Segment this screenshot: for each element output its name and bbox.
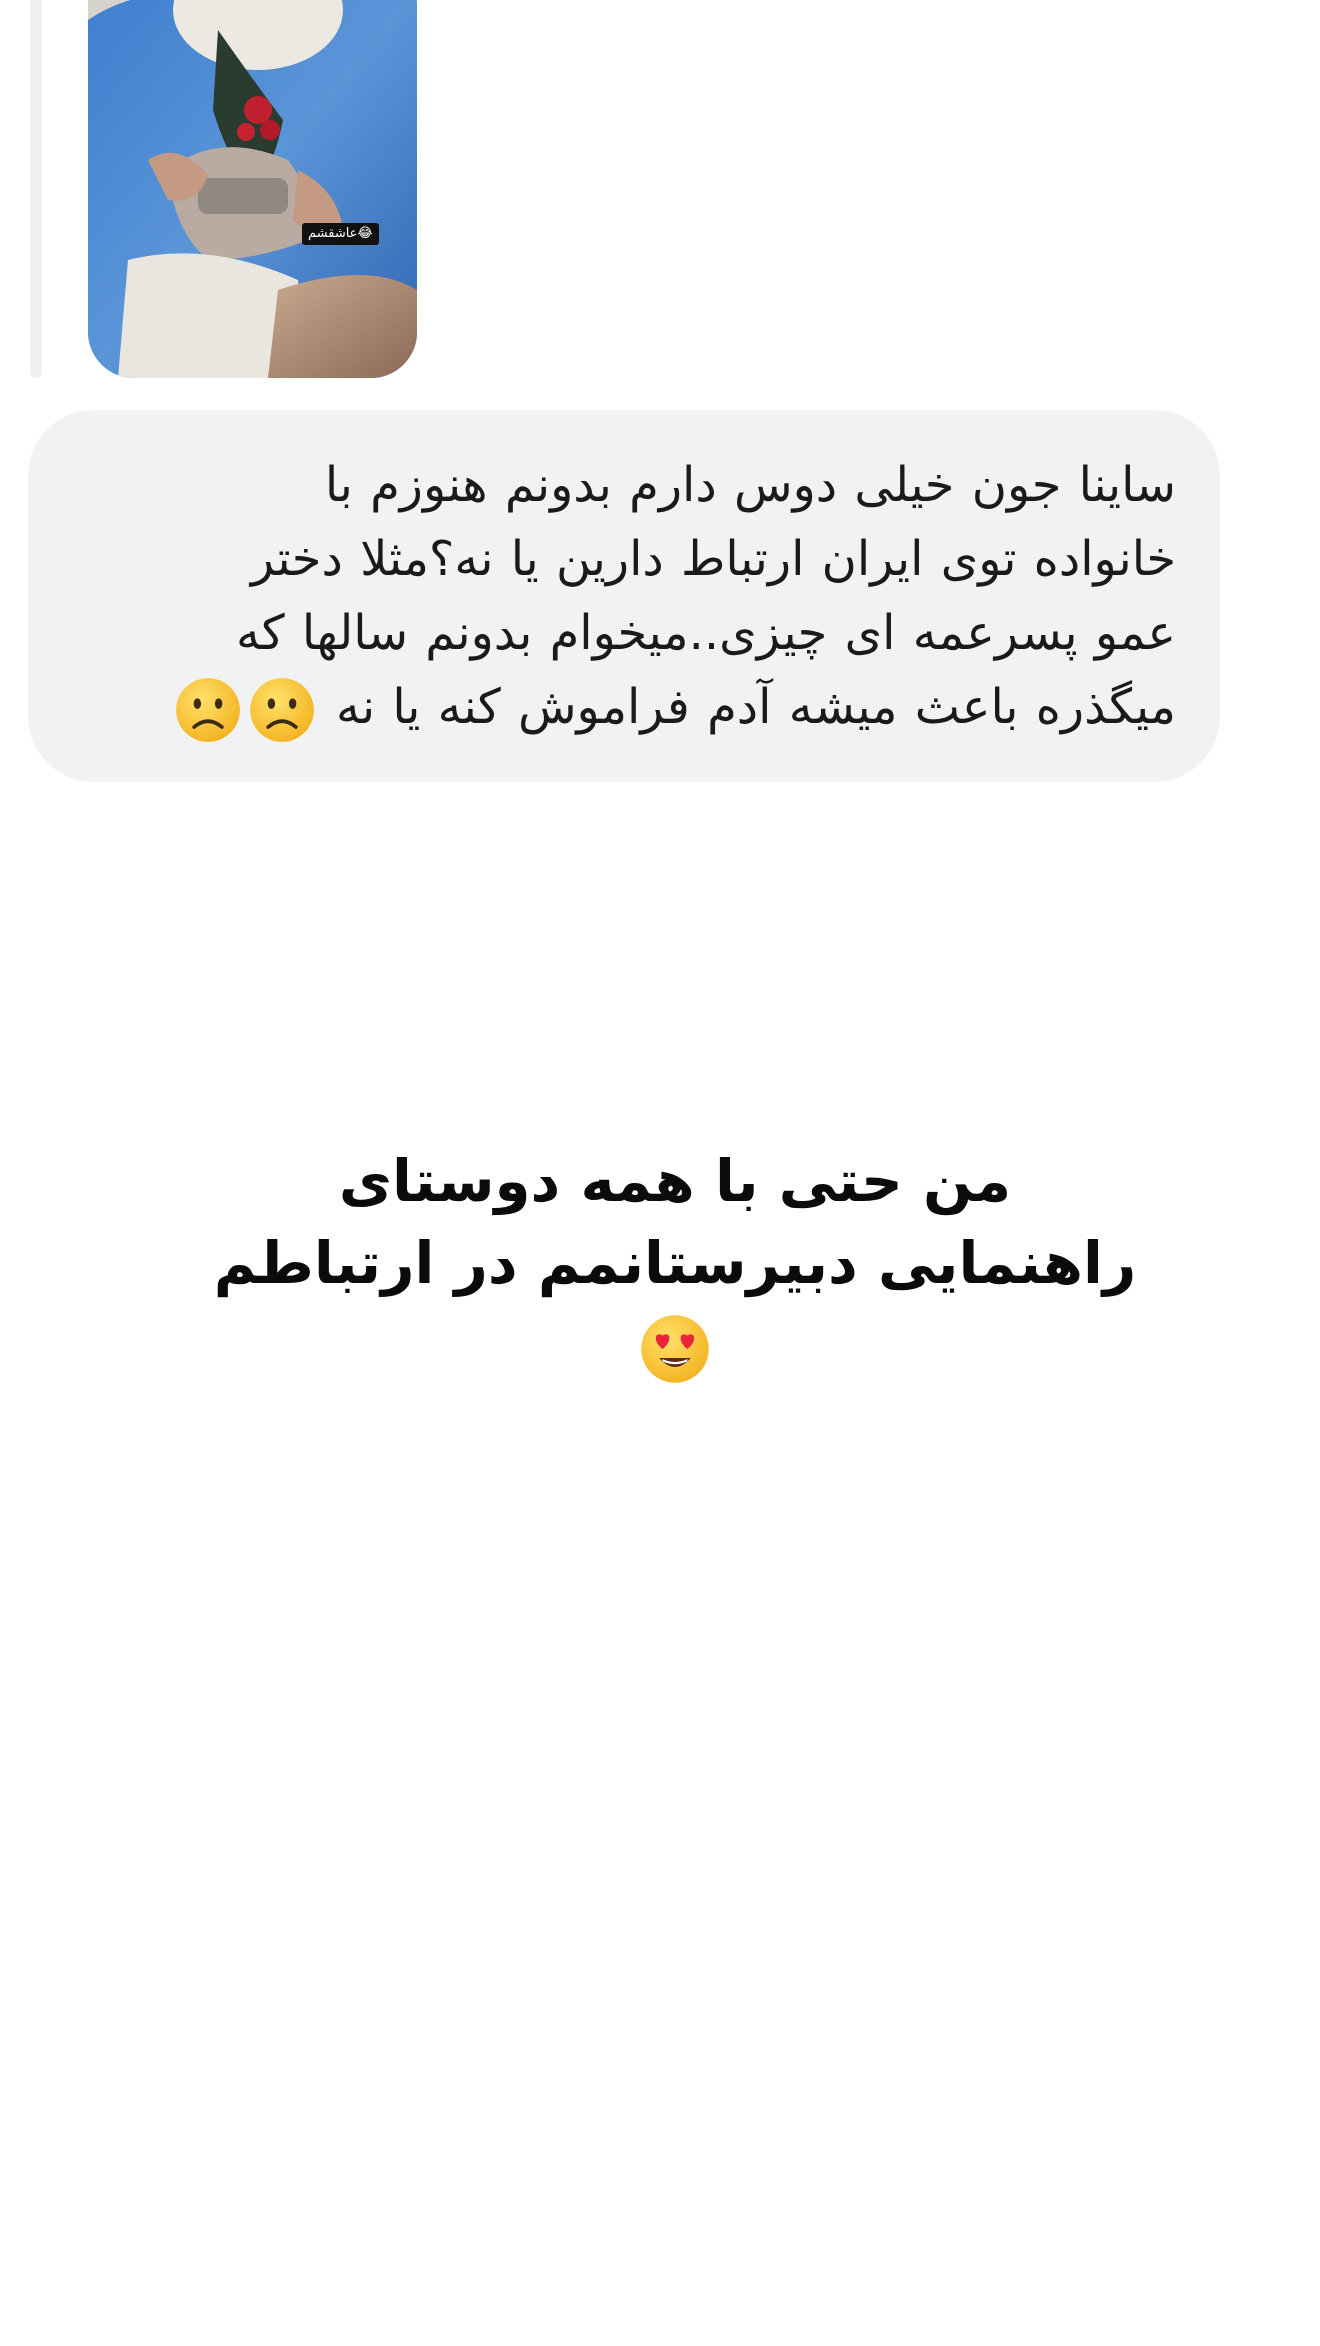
message-bubble[interactable]: ساینا جون خیلی دوس دارم بدونم هنوزم با خ… <box>28 410 1220 782</box>
message-line: خانواده توی ایران ارتباط دارین یا نه؟مثل… <box>250 531 1176 587</box>
message-line: عمو پسرعمه ای چیزی..میخوام بدونم سالها ک… <box>235 605 1176 661</box>
elderly-woman-photo <box>88 0 417 378</box>
caption-line-2: راهنمایی دبیرستانمم در ارتباطم <box>213 1229 1137 1297</box>
frowning-face-icon <box>174 676 242 744</box>
message-line: ساینا جون خیلی دوس دارم بدونم هنوزم با <box>324 457 1176 513</box>
story-caption: من حتی با همه دوستای راهنمایی دبیرستانمم… <box>170 1140 1180 1386</box>
message-line: میگذره باعث میشه آدم فراموش کنه یا نه <box>336 679 1176 735</box>
reply-quote-bar <box>30 0 42 378</box>
heart-eyes-face-icon <box>639 1313 711 1385</box>
frowning-face-icon <box>248 676 316 744</box>
replied-story-photo[interactable]: عاشقشم😂 <box>88 0 417 378</box>
caption-line-1: من حتی با همه دوستای <box>338 1147 1012 1215</box>
message-text: ساینا جون خیلی دوس دارم بدونم هنوزم با خ… <box>72 448 1176 744</box>
photo-sticker-text: عاشقشم😂 <box>302 223 379 245</box>
caption-emoji-line <box>170 1304 1180 1386</box>
